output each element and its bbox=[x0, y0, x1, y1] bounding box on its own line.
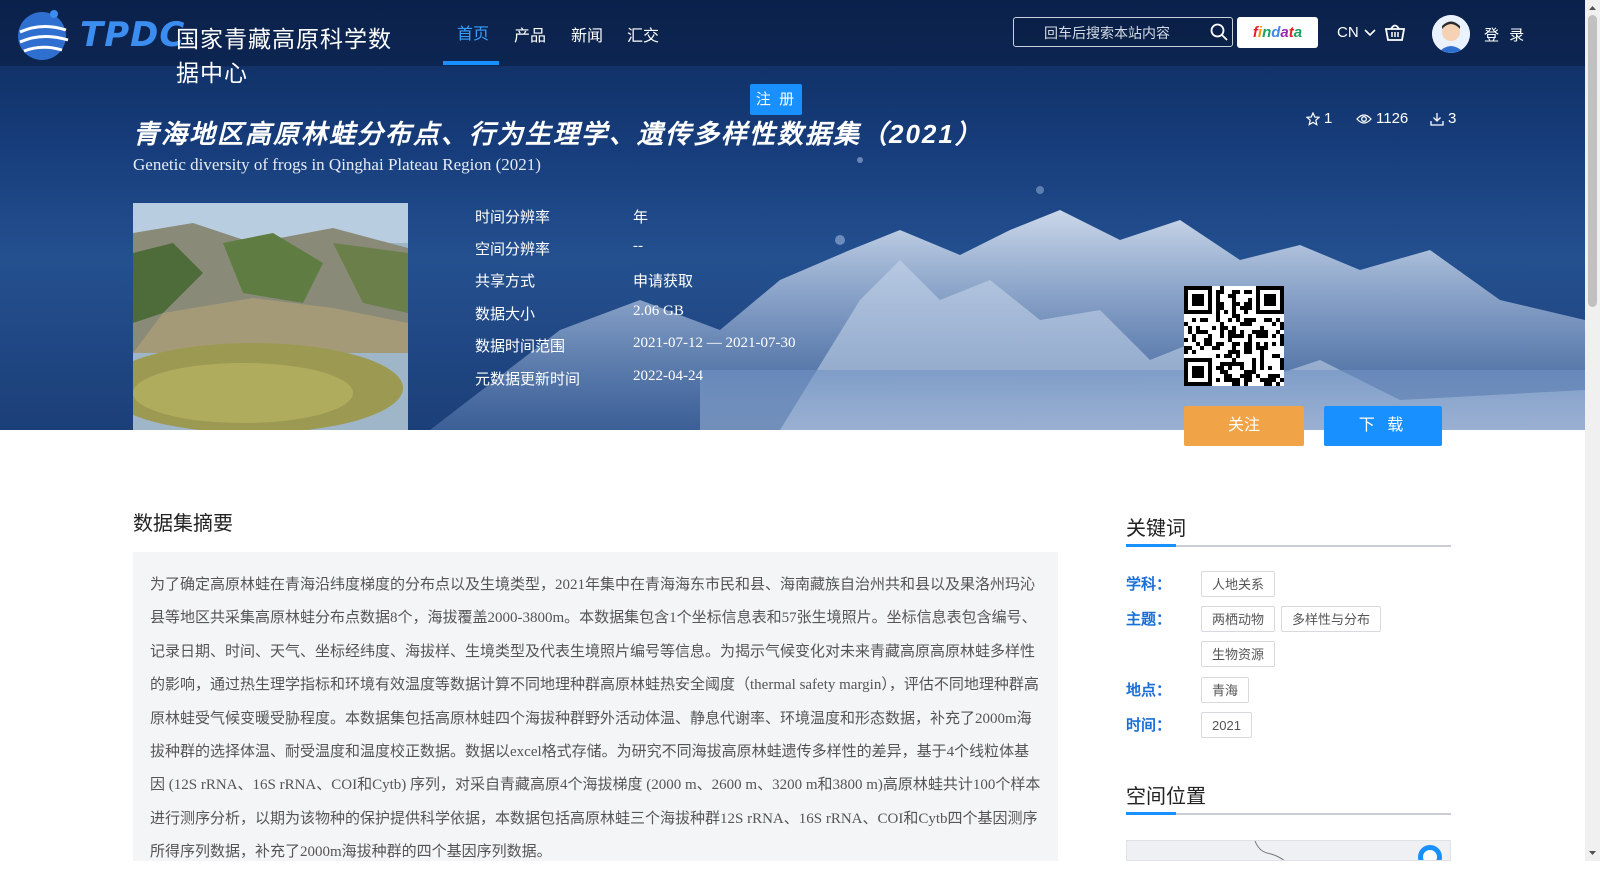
dataset-title-en: Genetic diversity of frogs in Qinghai Pl… bbox=[133, 155, 541, 174]
active-menu-indicator bbox=[443, 61, 499, 65]
search-input[interactable] bbox=[1042, 22, 1196, 44]
register-button[interactable]: 注 册 bbox=[750, 84, 802, 115]
eye-icon bbox=[1356, 114, 1372, 124]
globe-logo-icon bbox=[18, 10, 69, 60]
downloads-count: 3 bbox=[1430, 110, 1456, 127]
info-value-metadata-update: 2022-04-24 bbox=[633, 368, 703, 384]
nav-submit[interactable]: 汇交 bbox=[627, 22, 659, 46]
info-label-space-resolution: 空间分辨率 bbox=[475, 241, 551, 258]
views-count: 1126 bbox=[1356, 110, 1408, 127]
info-value-sharing: 申请获取 bbox=[633, 274, 694, 290]
findata-letter: a bbox=[1280, 24, 1289, 41]
top-navbar: TPDC 国家青藏高原科学数据中心 首页 产品 新闻 汇交 findata CN bbox=[0, 0, 1585, 86]
keyword-tag[interactable]: 生物资源 bbox=[1201, 641, 1276, 667]
findata-letter: a bbox=[1293, 24, 1303, 41]
chevron-down-icon bbox=[1364, 29, 1376, 37]
views-value: 1126 bbox=[1376, 110, 1409, 127]
habitat-photo bbox=[133, 203, 408, 430]
nav-news[interactable]: 新闻 bbox=[571, 22, 603, 46]
nav-home[interactable]: 首页 bbox=[457, 20, 489, 44]
info-label-size: 数据大小 bbox=[475, 306, 536, 323]
qr-code-icon bbox=[1184, 286, 1284, 386]
page-scrollbar[interactable] bbox=[1585, 0, 1600, 861]
site-logo[interactable]: TPDC 国家青藏高原科学数据中心 bbox=[14, 4, 394, 86]
downloads-value: 3 bbox=[1448, 110, 1457, 127]
abstract-heading: 数据集摘要 bbox=[133, 513, 233, 535]
language-switcher[interactable]: CN bbox=[1337, 24, 1376, 41]
info-value-time-range: 2021-07-12 — 2021-07-30 bbox=[633, 335, 796, 351]
scroll-up-arrow-icon[interactable] bbox=[1585, 2, 1600, 14]
info-value-size: 2.06 GB bbox=[633, 303, 684, 319]
download-icon bbox=[1430, 113, 1444, 126]
info-value-time-resolution: 年 bbox=[633, 210, 649, 226]
findata-button[interactable]: findata bbox=[1237, 17, 1318, 48]
login-link[interactable]: 登 录 bbox=[1484, 24, 1527, 45]
keyword-label-place: 地点： bbox=[1126, 682, 1172, 699]
logo-mark: TPDC bbox=[80, 15, 186, 55]
keyword-label-theme: 主题： bbox=[1126, 611, 1172, 628]
avatar[interactable] bbox=[1432, 15, 1470, 53]
info-value-space-resolution: -- bbox=[633, 238, 643, 254]
logo-text: 国家青藏高原科学数据中心 bbox=[176, 26, 392, 86]
nav-products[interactable]: 产品 bbox=[514, 22, 546, 46]
info-label-sharing: 共享方式 bbox=[475, 273, 536, 290]
findata-letter: d bbox=[1271, 24, 1281, 41]
follow-button[interactable]: 关注 bbox=[1184, 406, 1304, 446]
language-label: CN bbox=[1337, 24, 1359, 41]
favorites-count: 1 bbox=[1306, 110, 1332, 127]
search-icon[interactable] bbox=[1210, 23, 1228, 41]
keywords-heading: 关键词 bbox=[1126, 518, 1186, 540]
cart-icon[interactable] bbox=[1384, 22, 1406, 42]
location-heading: 空间位置 bbox=[1126, 786, 1206, 808]
findata-letter: n bbox=[1262, 24, 1272, 41]
scroll-down-arrow-icon[interactable] bbox=[1585, 847, 1600, 859]
keyword-tag[interactable]: 多样性与分布 bbox=[1281, 606, 1382, 632]
dataset-title-cn: 青海地区高原林蛙分布点、行为生理学、遗传多样性数据集（2021） bbox=[133, 119, 983, 149]
star-icon bbox=[1306, 112, 1320, 126]
location-divider-accent bbox=[1126, 812, 1176, 815]
info-label-metadata-update: 元数据更新时间 bbox=[475, 371, 581, 388]
keyword-label-time: 时间： bbox=[1126, 717, 1172, 734]
download-button[interactable]: 下 载 bbox=[1324, 406, 1442, 446]
info-label-time-resolution: 时间分辨率 bbox=[475, 209, 551, 226]
dataset-thumbnail bbox=[133, 203, 408, 430]
abstract-box: 为了确定高原林蛙在青海沿纬度梯度的分布点以及生境类型，2021年集中在青海海东市… bbox=[133, 552, 1058, 861]
keyword-tag[interactable]: 两栖动物 bbox=[1201, 606, 1276, 632]
location-map[interactable] bbox=[1126, 840, 1451, 861]
qr-code bbox=[1184, 286, 1284, 386]
keywords-divider-accent bbox=[1126, 544, 1176, 547]
keyword-label-discipline: 学科： bbox=[1126, 576, 1172, 593]
info-label-time-range: 数据时间范围 bbox=[475, 338, 566, 355]
keyword-tag[interactable]: 青海 bbox=[1201, 677, 1250, 703]
map-preview bbox=[1254, 841, 1442, 860]
favorites-value: 1 bbox=[1324, 110, 1333, 127]
search-box[interactable] bbox=[1013, 17, 1233, 47]
keyword-tag[interactable]: 人地关系 bbox=[1201, 571, 1276, 597]
abstract-text: 为了确定高原林蛙在青海沿纬度梯度的分布点以及生境类型，2021年集中在青海海东市… bbox=[150, 577, 1041, 861]
avatar-icon bbox=[1432, 15, 1470, 53]
keyword-tag[interactable]: 2021 bbox=[1201, 712, 1252, 738]
scrollbar-thumb[interactable] bbox=[1588, 15, 1597, 307]
